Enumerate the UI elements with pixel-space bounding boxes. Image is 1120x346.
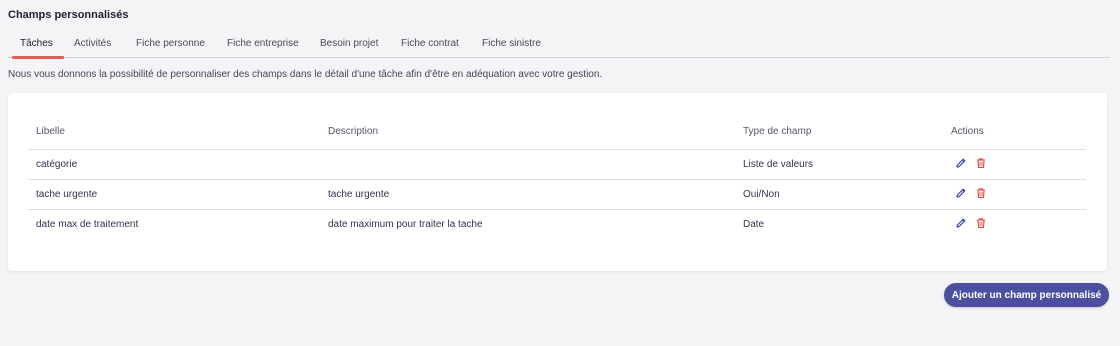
column-header-libelle: Libelle bbox=[36, 126, 65, 137]
cell-libelle: date max de traitement bbox=[36, 219, 139, 230]
cell-type: Date bbox=[743, 219, 765, 230]
trash-icon[interactable] bbox=[975, 187, 987, 199]
tab-bar: Tâches Activités Fiche personne Fiche en… bbox=[8, 38, 1110, 59]
row-divider bbox=[28, 209, 1086, 210]
trash-icon[interactable] bbox=[975, 157, 987, 169]
row-actions bbox=[955, 187, 987, 199]
cell-description: tache urgente bbox=[328, 189, 390, 200]
page-title: Champs personnalisés bbox=[8, 9, 129, 21]
tab-fiche-entreprise[interactable]: Fiche entreprise bbox=[227, 38, 299, 57]
add-custom-field-button[interactable]: Ajouter un champ personnalisé bbox=[944, 283, 1109, 307]
column-header-actions: Actions bbox=[951, 126, 984, 137]
cell-type: Liste de valeurs bbox=[743, 159, 814, 170]
column-header-description: Description bbox=[328, 126, 379, 137]
cell-libelle: catégorie bbox=[36, 159, 78, 170]
column-header-type: Type de champ bbox=[743, 126, 812, 137]
intro-text: Nous vous donnons la possibilité de pers… bbox=[8, 69, 603, 80]
row-actions bbox=[955, 157, 987, 169]
pencil-icon[interactable] bbox=[955, 187, 967, 199]
tab-fiche-contrat[interactable]: Fiche contrat bbox=[401, 38, 459, 57]
pencil-icon[interactable] bbox=[955, 217, 967, 229]
row-divider bbox=[28, 149, 1086, 150]
cell-libelle: tache urgente bbox=[36, 189, 98, 200]
cell-description: date maximum pour traiter la tache bbox=[328, 219, 483, 230]
trash-icon[interactable] bbox=[975, 217, 987, 229]
tab-besoin-projet[interactable]: Besoin projet bbox=[320, 38, 378, 57]
tab-fiche-sinistre[interactable]: Fiche sinistre bbox=[482, 38, 541, 57]
tab-taches[interactable]: Tâches bbox=[12, 38, 64, 59]
custom-fields-card: Libelle Description Type de champ Action… bbox=[8, 93, 1107, 271]
tab-fiche-personne[interactable]: Fiche personne bbox=[136, 38, 205, 57]
tab-activites[interactable]: Activités bbox=[74, 38, 111, 57]
row-actions bbox=[955, 217, 987, 229]
cell-type: Oui/Non bbox=[743, 189, 780, 200]
pencil-icon[interactable] bbox=[955, 157, 967, 169]
row-divider bbox=[28, 179, 1086, 180]
